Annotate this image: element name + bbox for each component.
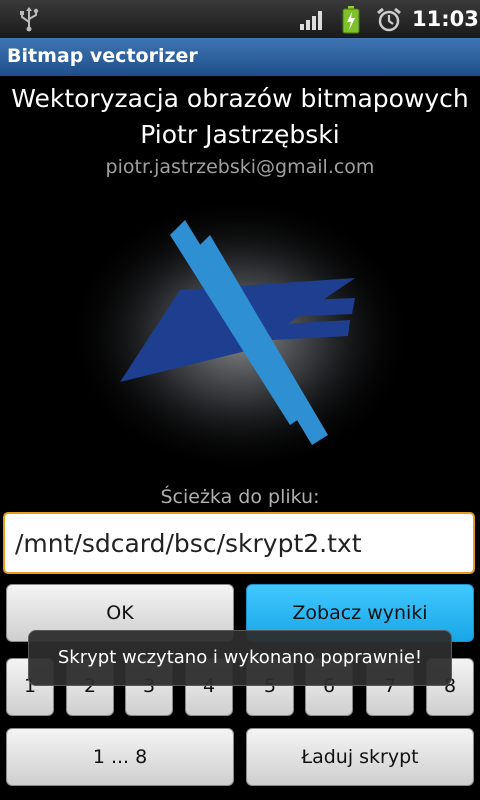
toast-message: Skrypt wczytano i wykonano poprawnie! — [28, 630, 452, 686]
alarm-icon — [377, 7, 401, 32]
battery-charging-icon — [342, 6, 360, 34]
signal-icon — [300, 11, 322, 30]
usb-icon — [20, 7, 39, 32]
author-name: Piotr Jastrzębski — [140, 120, 340, 149]
path-label: Ścieżka do pliku: — [160, 486, 320, 508]
path-field[interactable] — [3, 512, 475, 574]
app-title-bar: Bitmap vectorizer — [0, 38, 480, 76]
status-time: 11:03 — [412, 7, 479, 31]
status-bar: 11:03 — [0, 0, 480, 38]
app-logo — [65, 195, 415, 475]
path-input[interactable] — [5, 514, 473, 572]
author-email: piotr.jastrzebski@gmail.com — [105, 156, 375, 178]
load-script-button[interactable]: Ładuj skrypt — [246, 728, 474, 786]
range-button[interactable]: 1 ... 8 — [6, 728, 234, 786]
subtitle-line1: Wektoryzacja obrazów bitmapowych — [11, 84, 469, 113]
app-title: Bitmap vectorizer — [7, 45, 198, 67]
